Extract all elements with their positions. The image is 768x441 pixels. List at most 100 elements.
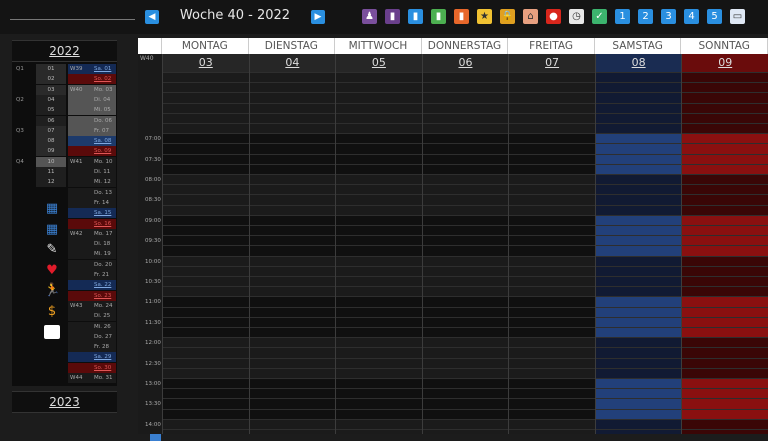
time-slot[interactable] — [509, 143, 595, 154]
time-slot[interactable] — [422, 306, 509, 317]
coin-icon[interactable]: $ — [44, 304, 60, 319]
sidebar-day-row[interactable]: Mi. 26 — [68, 321, 116, 332]
time-slot[interactable] — [249, 133, 336, 144]
time-slot[interactable] — [682, 316, 768, 327]
time-slot[interactable] — [249, 214, 336, 225]
month-05[interactable]: 05 — [36, 105, 66, 116]
time-slot[interactable] — [595, 235, 682, 246]
time-slot[interactable] — [595, 306, 682, 317]
sidebar-day-row[interactable]: Fr. 07 — [68, 125, 116, 136]
sidebar-day-row[interactable]: Do. 13 — [68, 187, 116, 198]
note-edit-icon[interactable]: ✎ — [44, 243, 60, 257]
time-slot[interactable] — [163, 306, 249, 317]
time-slot[interactable] — [163, 225, 249, 236]
time-slot[interactable] — [336, 245, 422, 256]
time-slot[interactable] — [249, 163, 336, 174]
box-2-icon[interactable]: 2 — [638, 9, 653, 24]
time-slot[interactable] — [163, 408, 249, 419]
time-slot[interactable] — [249, 388, 336, 399]
sidebar-day-row[interactable]: Di. 04 — [68, 94, 116, 105]
time-slot[interactable] — [509, 245, 595, 256]
sidebar-day-row[interactable]: Fr. 14 — [68, 197, 116, 208]
time-slot[interactable] — [249, 225, 336, 236]
time-slot[interactable] — [249, 378, 336, 389]
month-01[interactable]: 01 — [36, 64, 66, 74]
time-slot[interactable] — [509, 163, 595, 174]
time-slot[interactable] — [682, 163, 768, 174]
month-12[interactable]: 12 — [36, 177, 66, 188]
sidebar-day-row[interactable]: So. 23 — [68, 290, 116, 301]
time-slot[interactable] — [509, 378, 595, 389]
book-blue-icon[interactable]: ▮ — [408, 9, 423, 24]
book-orange-icon[interactable]: ▮ — [454, 9, 469, 24]
year-current-button[interactable]: 2022 — [12, 40, 161, 90]
check-icon[interactable]: ✓ — [592, 9, 607, 24]
sidebar-day-row[interactable]: Di. 25 — [68, 311, 116, 322]
star-icon[interactable]: ★ — [477, 9, 492, 24]
year-next-button[interactable]: 2023 — [12, 391, 161, 441]
day-header-mittwoch[interactable]: MITTWOCH — [335, 38, 422, 54]
week-number[interactable]: W42 — [70, 229, 90, 239]
day-date[interactable]: 08 — [594, 54, 682, 72]
day-date[interactable]: 03 — [162, 54, 249, 72]
time-slot[interactable] — [422, 398, 509, 409]
day-header-montag[interactable]: MONTAG — [162, 38, 249, 54]
sidebar-day-row[interactable]: Sa. 15 — [68, 208, 116, 219]
time-slot[interactable] — [682, 153, 768, 164]
time-slot[interactable] — [336, 133, 422, 144]
time-slot[interactable] — [682, 225, 768, 236]
day-date[interactable]: 05 — [335, 54, 422, 72]
time-slot[interactable] — [336, 388, 422, 399]
time-slot[interactable] — [422, 214, 509, 225]
time-slot[interactable] — [336, 316, 422, 327]
time-slot[interactable] — [682, 235, 768, 246]
month-07[interactable]: 07 — [36, 125, 66, 136]
time-slot[interactable] — [595, 378, 682, 389]
box-4-icon[interactable]: 4 — [684, 9, 699, 24]
time-slot[interactable] — [163, 133, 249, 144]
time-slot[interactable] — [682, 143, 768, 154]
time-slot[interactable] — [509, 133, 595, 144]
time-slot[interactable] — [336, 327, 422, 338]
sidebar-day-row[interactable]: Mi. 19 — [68, 249, 116, 260]
time-slot[interactable] — [163, 245, 249, 256]
day-header-dienstag[interactable]: DIENSTAG — [248, 38, 336, 54]
month-11[interactable]: 11 — [36, 167, 66, 177]
time-slot[interactable] — [249, 306, 336, 317]
time-slot[interactable] — [163, 214, 249, 225]
time-slot[interactable] — [336, 163, 422, 174]
time-slot[interactable] — [509, 225, 595, 236]
time-slot[interactable] — [595, 143, 682, 154]
time-slot[interactable] — [595, 225, 682, 236]
time-slot[interactable] — [163, 163, 249, 174]
box-1-icon[interactable]: 1 — [615, 9, 630, 24]
sidebar-day-row[interactable]: So. 09 — [68, 146, 116, 157]
time-slot[interactable] — [595, 408, 682, 419]
sidebar-day-row[interactable]: Do. 06 — [68, 115, 116, 126]
time-slot[interactable] — [163, 235, 249, 246]
sidebar-day-row[interactable]: Mi. 12 — [68, 177, 116, 188]
time-slot[interactable] — [422, 296, 509, 307]
day-header-freitag[interactable]: FREITAG — [508, 38, 595, 54]
time-slot[interactable] — [249, 235, 336, 246]
lock-icon[interactable]: 🔒 — [500, 9, 515, 24]
next-week-button[interactable]: ▶ — [311, 10, 325, 24]
month-10[interactable]: 10 — [36, 156, 66, 167]
time-slot[interactable] — [336, 398, 422, 409]
time-slot[interactable] — [249, 408, 336, 419]
time-slot[interactable] — [682, 245, 768, 256]
day-header-donnerstag[interactable]: DONNERSTAG — [421, 38, 509, 54]
day-date[interactable]: 06 — [421, 54, 509, 72]
month-06[interactable]: 06 — [36, 115, 66, 126]
time-slot[interactable] — [595, 214, 682, 225]
calendar-alt-icon[interactable]: ▦ — [44, 222, 60, 237]
quarter-label[interactable]: Q2 — [16, 95, 36, 105]
time-slot[interactable] — [249, 153, 336, 164]
month-02[interactable]: 02 — [36, 74, 66, 85]
time-slot[interactable] — [682, 327, 768, 338]
week-number[interactable]: W44 — [70, 373, 90, 383]
time-slot[interactable] — [509, 408, 595, 419]
time-slot[interactable] — [422, 133, 509, 144]
month-03[interactable]: 03 — [36, 84, 66, 95]
sidebar-day-row[interactable]: W40 Mo. 03 — [68, 84, 116, 95]
